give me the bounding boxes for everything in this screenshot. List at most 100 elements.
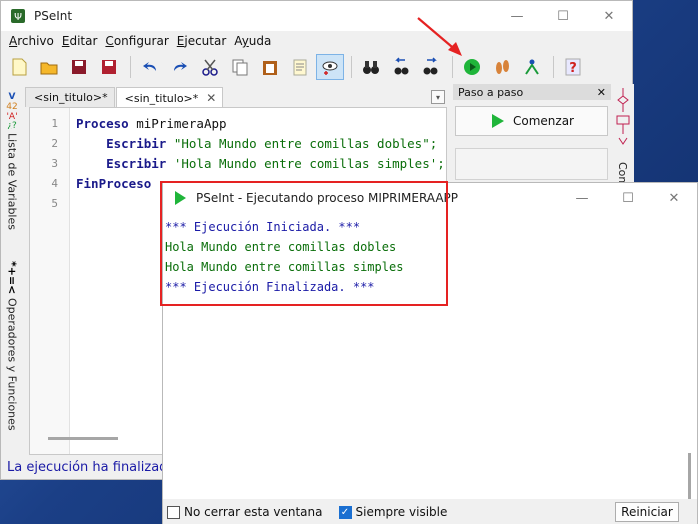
tab-variables[interactable]: V 42 'A' ¿? Lista de Variables xyxy=(1,89,23,230)
output-scrollbar[interactable] xyxy=(688,453,691,499)
menu-configurar[interactable]: Configurar xyxy=(101,34,172,48)
execution-footer: No cerrar esta ventana ✓ Siempre visible… xyxy=(163,499,697,524)
status-message: La ejecución ha finalizado xyxy=(7,459,176,475)
toolbar: ? xyxy=(1,52,632,82)
left-side-tabs: V 42 'A' ¿? Lista de Variables *+=< Oper… xyxy=(1,85,23,455)
toolbar-separator xyxy=(130,56,131,78)
line-number: 3 xyxy=(51,156,58,170)
code-text: Proceso miPrimeraApp xyxy=(76,116,227,131)
start-step-button[interactable]: Comenzar xyxy=(455,106,608,136)
exec-maximize-button[interactable]: ☐ xyxy=(605,183,651,213)
step-by-step-button[interactable] xyxy=(488,54,516,80)
tab-file-1[interactable]: <sin_titulo>* xyxy=(25,87,115,107)
paste-icon xyxy=(263,61,277,75)
editor-tab-bar: <sin_titulo>* <sin_titulo>* ✕ ▾ xyxy=(25,87,447,107)
save-icon xyxy=(72,60,86,74)
code-text: Escribir "Hola Mundo entre comillas dobl… xyxy=(76,136,437,151)
svg-text:?: ? xyxy=(569,61,577,76)
always-visible-checkbox-box[interactable]: ✓ xyxy=(338,505,352,519)
exec-close-button[interactable]: ✕ xyxy=(651,183,697,213)
always-visible-label: Siempre visible xyxy=(355,505,448,519)
close-panel-icon[interactable]: ✕ xyxy=(597,86,606,99)
close-button[interactable]: ✕ xyxy=(586,1,632,31)
menu-ayuda[interactable]: Ayuda xyxy=(230,34,275,48)
menu-bar: Archivo Editar Configurar Ejecutar Ayuda xyxy=(1,31,632,51)
undo-button[interactable] xyxy=(136,54,164,80)
pseint-app-icon: Ψ xyxy=(11,9,25,23)
always-visible-checkbox[interactable]: ✓ Siempre visible xyxy=(338,505,448,519)
keyword: FinProceso xyxy=(76,175,152,191)
maximize-button[interactable]: ☐ xyxy=(540,1,586,31)
line-number: 5 xyxy=(51,196,58,210)
operators-icon: *+=< xyxy=(5,261,19,295)
title-bar[interactable]: Ψ PSeInt — ☐ ✕ xyxy=(1,1,632,31)
binoculars-forward-icon xyxy=(423,57,438,75)
keyword: Proceso xyxy=(76,115,129,131)
code-line[interactable]: 2 Escribir "Hola Mundo entre comillas do… xyxy=(30,133,437,153)
annotation-arrow-icon xyxy=(417,17,462,56)
code-rest: 'Hola Mundo entre comillas simples'; xyxy=(166,155,445,171)
keyword: Escribir xyxy=(106,135,167,151)
window-title: PSeInt xyxy=(34,9,73,23)
tab-list-dropdown-icon[interactable]: ▾ xyxy=(431,90,445,104)
search-button[interactable] xyxy=(357,54,385,80)
flowchart-icon xyxy=(616,88,630,145)
annotation-highlight-box xyxy=(160,181,448,306)
copy-button[interactable] xyxy=(226,54,254,80)
paste-button[interactable] xyxy=(256,54,284,80)
start-step-label: Comenzar xyxy=(513,114,574,128)
right-side-tabs: Com xyxy=(613,84,634,187)
code-text: Escribir 'Hola Mundo entre comillas simp… xyxy=(76,156,445,171)
copy-icon xyxy=(232,59,248,76)
code-line[interactable]: 1 Proceso miPrimeraApp xyxy=(30,113,226,133)
footprints-icon xyxy=(496,60,509,74)
help-icon: ? xyxy=(565,58,581,76)
code-line[interactable]: 3 Escribir 'Hola Mundo entre comillas si… xyxy=(30,153,444,173)
svg-text:42: 42 xyxy=(6,102,17,112)
minimize-button[interactable]: — xyxy=(494,1,540,31)
redo-button[interactable] xyxy=(166,54,194,80)
open-file-button[interactable] xyxy=(35,54,63,80)
line-number: 4 xyxy=(51,176,58,190)
restart-button[interactable]: Reiniciar xyxy=(615,502,679,522)
menu-archivo[interactable]: Archivo xyxy=(5,34,58,48)
new-file-icon xyxy=(12,58,27,76)
cut-button[interactable] xyxy=(196,54,224,80)
undo-icon xyxy=(143,62,156,71)
flowchart-person-icon xyxy=(525,59,539,75)
exec-minimize-button[interactable]: — xyxy=(559,183,605,213)
new-file-button[interactable] xyxy=(5,54,33,80)
play-icon xyxy=(492,114,504,128)
code-rest: "Hola Mundo entre comillas dobles"; xyxy=(166,135,438,151)
save-as-button[interactable] xyxy=(95,54,123,80)
indent-button[interactable] xyxy=(316,54,344,80)
menu-ejecutar[interactable]: Ejecutar xyxy=(173,34,231,48)
tab-file-2[interactable]: <sin_titulo>* ✕ xyxy=(115,87,224,107)
save-as-icon xyxy=(102,60,116,74)
no-close-checkbox[interactable]: No cerrar esta ventana xyxy=(167,505,323,519)
code-line[interactable]: 5 xyxy=(30,193,58,213)
step-panel-header: Paso a paso ✕ xyxy=(453,84,611,100)
no-close-checkbox-box[interactable] xyxy=(167,505,180,519)
code-rest: miPrimeraApp xyxy=(128,115,227,131)
save-button[interactable] xyxy=(65,54,93,80)
keyword: Escribir xyxy=(106,155,167,171)
tab-operators-label: Operadores y Funciones xyxy=(5,298,19,432)
svg-text:V: V xyxy=(9,92,16,102)
binoculars-back-icon xyxy=(394,57,409,75)
run-icon xyxy=(464,59,480,75)
no-close-label: No cerrar esta ventana xyxy=(184,505,323,519)
help-button[interactable]: ? xyxy=(559,54,587,80)
find-previous-button[interactable] xyxy=(387,54,415,80)
menu-editar[interactable]: Editar xyxy=(58,34,102,48)
step-panel-title: Paso a paso xyxy=(458,85,524,99)
redo-icon xyxy=(174,62,187,71)
tab-operators[interactable]: *+=< Operadores y Funciones xyxy=(1,261,23,431)
toolbar-separator xyxy=(351,56,352,78)
edit-button[interactable] xyxy=(286,54,314,80)
svg-text:¿?: ¿? xyxy=(7,121,17,129)
explain-button[interactable] xyxy=(518,54,546,80)
code-line[interactable]: 4 FinProceso xyxy=(30,173,151,193)
close-tab-icon[interactable]: ✕ xyxy=(206,91,216,105)
horizontal-scrollbar[interactable] xyxy=(48,437,118,440)
